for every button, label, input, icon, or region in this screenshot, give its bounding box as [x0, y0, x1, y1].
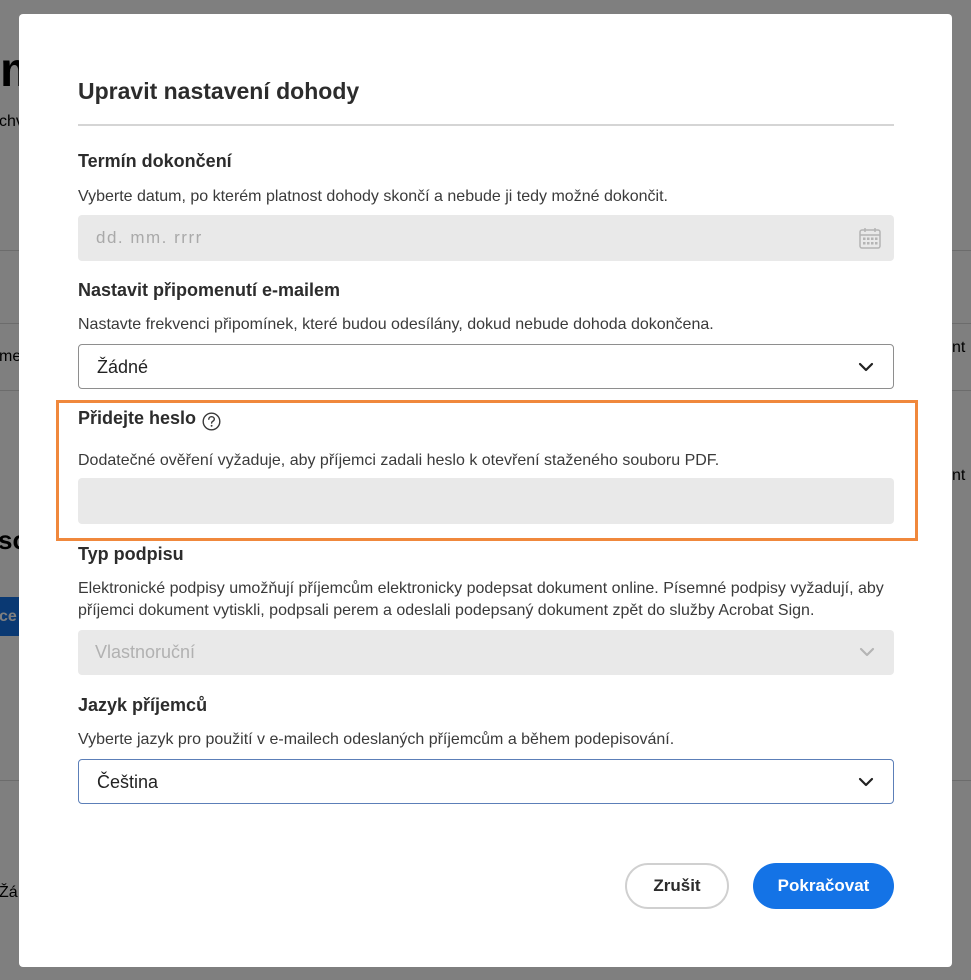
dialog-title: Upravit nastavení dohody — [78, 78, 360, 104]
recipient-language-description: Vyberte jazyk pro použití v e-mailech od… — [78, 731, 675, 748]
email-reminder-description: Nastavte frekvenci připomínek, které bud… — [78, 316, 714, 333]
recipient-language-label: Jazyk příjemců — [78, 695, 208, 715]
signature-type-select: Vlastnoruční — [78, 630, 894, 675]
signature-type-description-line: Elektronické podpisy umožňují příjemcům … — [78, 580, 884, 597]
completion-date-input[interactable] — [78, 215, 894, 261]
help-icon[interactable] — [202, 412, 221, 431]
screen: m chv me so ce Žá nt nt Upravit nastaven… — [0, 0, 971, 980]
title-divider — [78, 124, 894, 126]
cancel-button[interactable]: Zrušit — [625, 863, 729, 909]
chevron-down-icon — [858, 775, 874, 789]
recipient-language-selected-value: Čeština — [97, 772, 159, 792]
email-reminder-label: Nastavit připomenutí e-mailem — [78, 280, 341, 300]
email-reminder-select[interactable]: Žádné — [78, 344, 894, 389]
signature-type-label: Typ podpisu — [78, 544, 184, 564]
signature-type-description-line: příjemci dokument vytiskli, podpsali per… — [78, 602, 815, 619]
completion-deadline-label: Termín dokončení — [78, 151, 232, 171]
password-description: Dodatečné ověření vyžaduje, aby příjemci… — [78, 452, 720, 469]
chevron-down-icon — [859, 645, 875, 659]
email-reminder-selected-value: Žádné — [97, 357, 149, 377]
signature-type-selected-value: Vlastnoruční — [95, 642, 196, 662]
chevron-down-icon — [858, 360, 874, 374]
completion-date-field[interactable] — [78, 215, 894, 261]
recipient-language-select[interactable]: Čeština — [78, 759, 894, 804]
completion-deadline-description: Vyberte datum, po kterém platnost dohody… — [78, 188, 668, 205]
continue-button[interactable]: Pokračovat — [753, 863, 894, 909]
calendar-icon[interactable] — [858, 226, 882, 250]
password-label: Přidejte heslo — [78, 408, 197, 428]
password-input[interactable] — [78, 478, 894, 524]
agreement-settings-dialog: Upravit nastavení dohody Termín dokončen… — [19, 14, 952, 967]
